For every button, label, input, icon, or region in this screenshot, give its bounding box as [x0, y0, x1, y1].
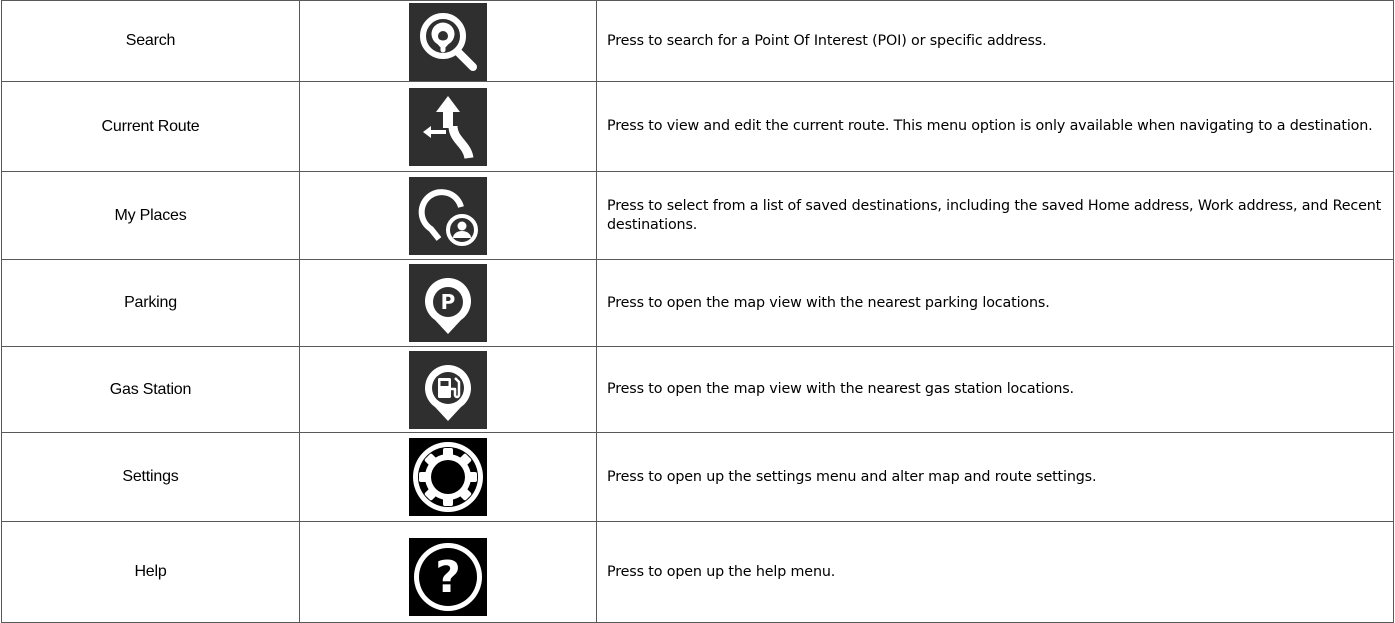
option-description: Press to open up the settings menu and a…	[596, 432, 1394, 522]
table-row: Settings Press to open up the settings m…	[1, 432, 1394, 522]
option-description: Press to open the map view with the near…	[596, 346, 1394, 433]
search-poi-icon	[409, 2, 487, 81]
icon-cell	[299, 171, 597, 260]
icon-cell: ?	[299, 521, 597, 623]
option-name: Gas Station	[1, 346, 300, 433]
settings-gear-icon	[409, 438, 487, 516]
gas-station-icon	[409, 350, 487, 429]
help-question-icon: ?	[409, 538, 487, 616]
icon-cell: P	[299, 259, 597, 347]
option-name: Search	[1, 0, 300, 82]
option-name: Help	[1, 521, 300, 623]
svg-text:?: ?	[435, 552, 461, 603]
option-name: Current Route	[1, 81, 300, 172]
svg-text:P: P	[441, 290, 456, 314]
option-description: Press to open the map view with the near…	[596, 259, 1394, 347]
menu-options-table: Search Press to search for a Point Of In…	[1, 0, 1394, 623]
icon-cell	[299, 81, 597, 172]
table-row: Search Press to search for a Point Of In…	[1, 0, 1394, 82]
option-name: Parking	[1, 259, 300, 347]
option-name: My Places	[1, 171, 300, 260]
table-row: My Places Press to select from a list of…	[1, 171, 1394, 260]
table-row: Current Route Press to view and edit the…	[1, 81, 1394, 172]
option-description: Press to view and edit the current route…	[596, 81, 1394, 172]
icon-cell	[299, 432, 597, 522]
option-description: Press to open up the help menu.	[596, 521, 1394, 623]
option-name: Settings	[1, 432, 300, 522]
my-places-icon	[409, 176, 487, 255]
current-route-icon	[409, 87, 487, 166]
icon-cell	[299, 0, 597, 82]
parking-icon: P	[409, 264, 487, 342]
table-row: Parking P Press to open the map view wit…	[1, 259, 1394, 347]
icon-cell	[299, 346, 597, 433]
table-row: Help ? Press to open up the help menu.	[1, 521, 1394, 623]
option-description: Press to search for a Point Of Interest …	[596, 0, 1394, 82]
table-row: Gas Station Press to open the map view w…	[1, 346, 1394, 433]
option-description: Press to select from a list of saved des…	[596, 171, 1394, 260]
